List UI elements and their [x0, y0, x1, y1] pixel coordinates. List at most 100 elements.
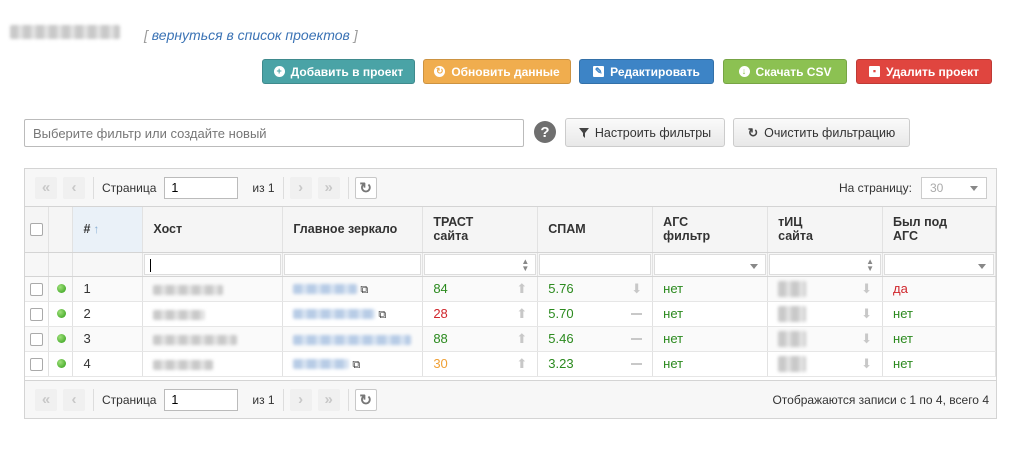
trust-filter-input[interactable]: ▲ ▼: [424, 253, 537, 275]
edit-button[interactable]: ✎ Редактировать: [579, 59, 714, 84]
tic-redacted: [778, 330, 807, 347]
per-page-select[interactable]: 30: [921, 177, 987, 199]
mirror-redacted[interactable]: [293, 309, 376, 320]
next-page-icon[interactable]: ›: [289, 388, 312, 411]
row-checkbox[interactable]: [30, 283, 43, 297]
column-header-mirror[interactable]: Главное зеркало: [282, 207, 424, 253]
refresh-icon: ↻: [434, 66, 446, 77]
row-num: 3: [72, 326, 144, 352]
refresh-icon: ↻: [747, 126, 759, 140]
table-row[interactable]: 3 88 ⬆ 5.46 нет ⬇ нет: [25, 326, 996, 352]
ags-filter-select[interactable]: [654, 253, 767, 275]
external-link-icon[interactable]: ⧉: [360, 284, 368, 296]
mirror-redacted[interactable]: [293, 334, 412, 345]
mirror-redacted[interactable]: [293, 284, 358, 295]
arrow-down-icon: ⬇: [861, 355, 873, 371]
help-icon[interactable]: ?: [534, 121, 556, 143]
spinner-icon: ▲ ▼: [521, 256, 530, 273]
row-checkbox[interactable]: [30, 308, 43, 322]
table-row[interactable]: 1 ⧉ 84 ⬆ 5.76 ⬇ нет ⬇ да: [25, 276, 996, 302]
prev-page-icon[interactable]: ‹: [63, 388, 85, 411]
page-number-input[interactable]: [164, 176, 239, 199]
row-num: 4: [72, 351, 144, 377]
reload-icon[interactable]: ↻: [354, 388, 377, 411]
trash-icon: ▪: [868, 66, 880, 77]
status-header: [48, 207, 74, 253]
column-header-num[interactable]: # ↑: [72, 207, 144, 253]
chevron-down-icon: [970, 186, 978, 191]
column-header-tic[interactable]: тИЦ сайта: [767, 207, 884, 253]
arrow-down-icon: ⬇: [861, 280, 873, 296]
configure-filters-button[interactable]: Настроить фильтры: [565, 118, 725, 147]
host-redacted[interactable]: [153, 334, 238, 345]
column-header-ags[interactable]: АГС фильтр: [652, 207, 769, 253]
funnel-icon: [578, 127, 589, 138]
column-header-host[interactable]: Хост: [142, 207, 284, 253]
status-ok-icon: [57, 309, 67, 318]
ags-value: нет: [652, 276, 769, 302]
spam-filter-input[interactable]: [539, 253, 652, 275]
page-label: Страница: [102, 180, 157, 195]
spam-value: 5.46: [548, 331, 574, 346]
trust-value: 88: [433, 331, 448, 346]
was-ags-value: нет: [882, 351, 996, 377]
chevron-down-icon: [750, 263, 759, 269]
spam-value: 5.76: [548, 281, 574, 296]
clear-filters-button[interactable]: ↻ Очистить фильтрацию: [733, 118, 910, 147]
was-ags-value: да: [882, 276, 996, 302]
back-link-wrap: [ вернуться в список проектов ]: [144, 27, 358, 43]
column-header-trust[interactable]: ТРАСТ сайта: [422, 207, 539, 253]
update-data-button[interactable]: ↻ Обновить данные: [423, 59, 571, 84]
row-checkbox[interactable]: [30, 333, 43, 347]
was-ags-value: нет: [882, 301, 996, 327]
host-redacted[interactable]: [153, 309, 206, 320]
pager-top: « ‹ Страница из 1 › » ↻ На страницу: 30: [25, 169, 996, 207]
prev-page-icon[interactable]: ‹: [63, 176, 85, 199]
next-page-icon[interactable]: ›: [289, 176, 312, 199]
first-page-icon[interactable]: «: [35, 388, 57, 411]
external-link-icon[interactable]: ⧉: [352, 359, 360, 371]
last-page-icon[interactable]: »: [317, 176, 340, 199]
cloud-download-icon: ↓: [738, 66, 750, 77]
ags-value: нет: [652, 301, 769, 327]
table-row[interactable]: 2 ⧉ 28 ⬆ 5.70 нет ⬇ нет: [25, 301, 996, 327]
arrow-down-icon: ⬇: [631, 280, 643, 296]
dash-icon: [631, 312, 643, 315]
mirror-redacted[interactable]: [293, 359, 350, 370]
status-ok-icon: [57, 334, 67, 343]
first-page-icon[interactable]: «: [35, 176, 57, 199]
was-ags-filter-select[interactable]: [884, 253, 994, 275]
back-to-projects-link[interactable]: вернуться в список проектов: [152, 27, 350, 43]
mirror-filter-input[interactable]: [284, 253, 422, 275]
external-link-icon[interactable]: ⧉: [378, 309, 386, 321]
tic-redacted: [778, 355, 807, 372]
filter-select-input[interactable]: [24, 119, 524, 147]
page-number-input[interactable]: [164, 388, 239, 411]
spam-value: 5.70: [548, 306, 574, 321]
reload-icon[interactable]: ↻: [354, 176, 377, 199]
arrow-up-icon: ⬆: [516, 330, 528, 346]
was-ags-value: нет: [882, 326, 996, 352]
delete-project-button[interactable]: ▪ Удалить проект: [856, 59, 992, 84]
pager-bottom: « ‹ Страница из 1 › » ↻ Отображаются зап…: [25, 380, 996, 418]
table-row[interactable]: 4 ⧉ 30 ⬆ 3.23 нет ⬇ нет: [25, 351, 996, 377]
arrow-up-icon: ⬆: [516, 280, 528, 296]
page-count-label: из 1: [252, 392, 275, 407]
download-csv-button[interactable]: ↓ Скачать CSV: [723, 59, 847, 84]
filter-row: ▲ ▼ ▲ ▼: [25, 252, 996, 277]
row-checkbox[interactable]: [30, 358, 43, 372]
last-page-icon[interactable]: »: [317, 388, 340, 411]
column-header-was-ags[interactable]: Был под АГС: [882, 207, 996, 253]
host-redacted[interactable]: [153, 359, 214, 370]
select-all-checkbox[interactable]: [30, 223, 43, 237]
add-to-project-button[interactable]: + Добавить в проект: [262, 59, 415, 84]
column-header-spam[interactable]: СПАМ: [537, 207, 654, 253]
dash-icon: [631, 362, 643, 365]
trust-value: 28: [433, 306, 448, 321]
dash-icon: [631, 337, 643, 340]
host-filter-input[interactable]: [144, 253, 282, 275]
project-name-redacted: [10, 25, 120, 39]
tic-filter-input[interactable]: ▲ ▼: [769, 253, 882, 275]
host-redacted[interactable]: [153, 284, 224, 295]
spinner-icon: ▲ ▼: [866, 256, 875, 273]
